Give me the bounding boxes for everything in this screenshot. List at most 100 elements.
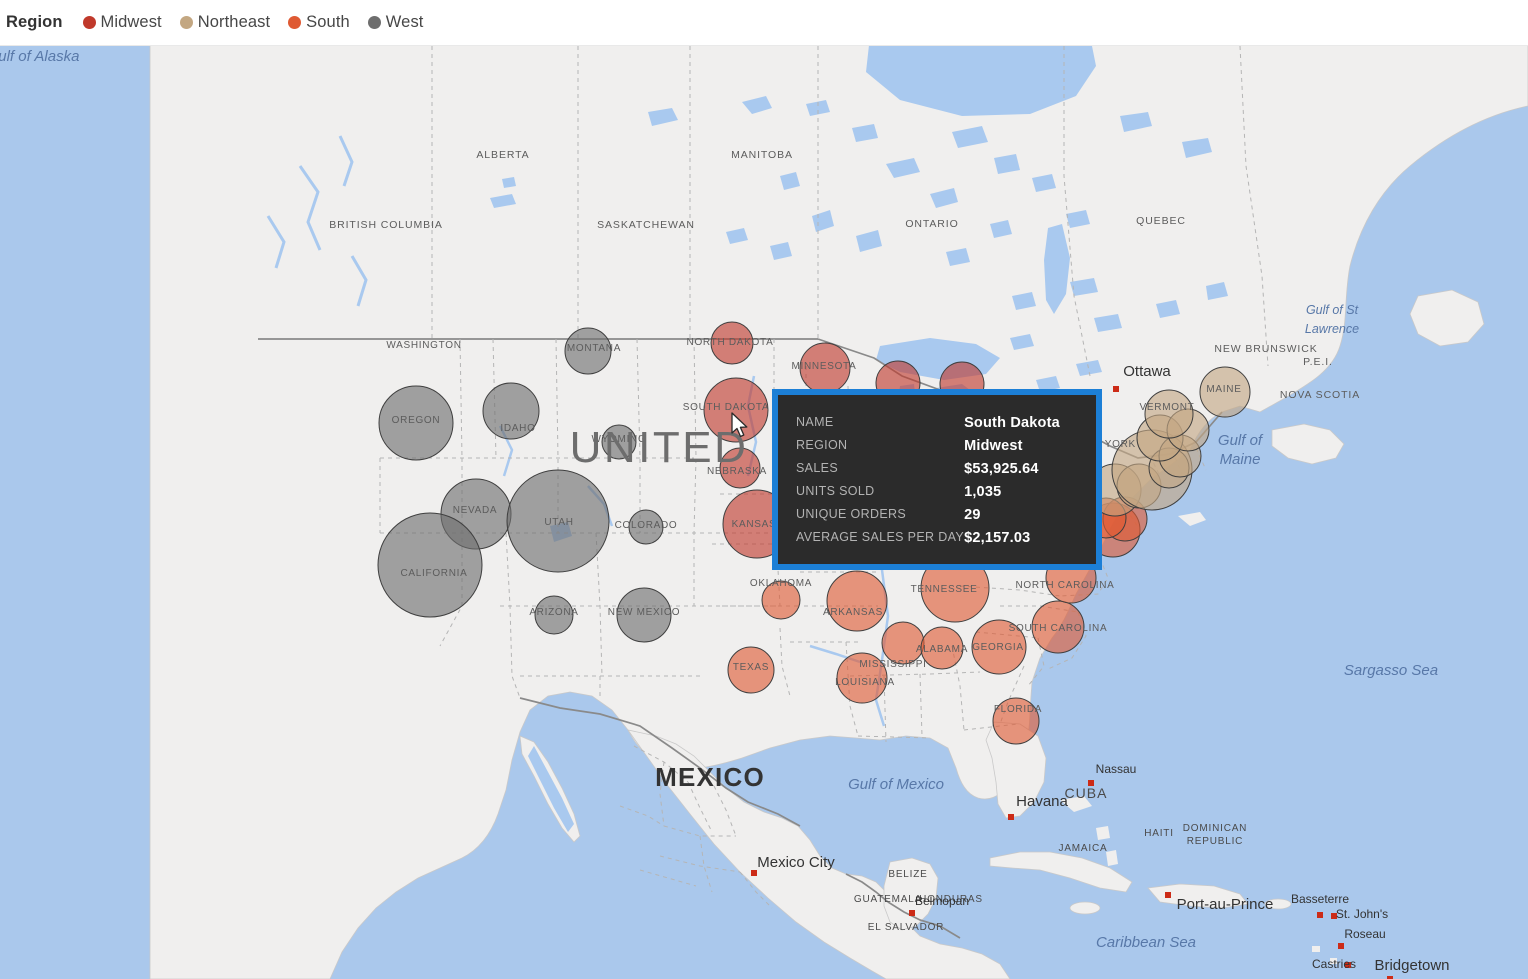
state-label: NEW MEXICO [608,607,681,618]
province-label: NEW BRUNSWICK [1214,343,1317,355]
legend-swatch-south [288,16,302,29]
tooltip-row-name: NAME South Dakota [796,415,1078,438]
city-label: St. John's [1336,907,1388,921]
country-label: REPUBLIC [1187,836,1243,847]
province-label: QUEBEC [1136,215,1186,227]
tooltip-key-region: REGION [796,438,848,452]
city-label: Bridgetown [1374,957,1449,974]
tooltip-value-units-sold: 1,035 [964,484,1002,500]
state-label: NORTH DAKOTA [687,337,774,348]
state-label: LOUISIANA [835,677,895,688]
state-label: VERMONT [1140,402,1195,413]
map-visual[interactable]: WASHINGTON OREGON MONTANA IDAHO WYOMING NORTH… [0,46,1528,979]
city-label: Ottawa [1123,363,1171,380]
map-svg: WASHINGTONOREGONMONTANAIDAHOWYOMINGNORTH… [0,46,1528,979]
city-dot [1008,814,1014,820]
state-label: UTAH [544,517,573,528]
land-jamaica [1069,901,1101,915]
city-dot [1317,912,1323,918]
state-label: ALABAMA [916,644,968,655]
tooltip-key-name: NAME [796,415,834,429]
legend-item-northeast[interactable]: Northeast [179,13,270,32]
water-label: Gulf of Mexico [848,776,944,793]
state-label: FLORIDA [994,704,1042,715]
water-label: Lawrence [1305,322,1359,336]
water-label: Gulf of Alaska [0,48,79,65]
state-label: OREGON [392,415,441,426]
state-label: NORTH CAROLINA [1015,580,1114,591]
water-label: Gulf of [1218,432,1264,449]
country-label: EL SALVADOR [868,922,944,933]
city-label: Castries [1312,957,1356,971]
tooltip-key-avg-sales-per-day: AVERAGE SALES PER DAY [796,530,965,544]
tooltip-value-region: Midwest [964,438,1023,454]
state-label: NEVADA [453,505,498,516]
water-label: Gulf of St [1306,303,1359,317]
map-tooltip: NAME South Dakota REGION Midwest SALES $… [772,389,1102,570]
legend-item-west[interactable]: West [367,13,424,32]
state-label: WASHINGTON [386,340,461,351]
water-label: Sargasso Sea [1344,662,1438,679]
city-dot [1113,386,1119,392]
map-bubble[interactable] [377,512,483,618]
city-dot [1088,780,1094,786]
legend-swatch-west [367,16,381,29]
country-label: CUBA [1065,785,1108,801]
tooltip-key-unique-orders: UNIQUE ORDERS [796,507,907,521]
city-label: Roseau [1344,927,1385,941]
country-label: GUATEMALA [854,894,922,905]
state-label: MAINE [1206,384,1241,395]
state-label: TENNESSEE [911,584,978,595]
city-dot [751,870,757,876]
tooltip-table: NAME South Dakota REGION Midwest SALES $… [796,415,1078,553]
city-label: Havana [1016,793,1068,810]
tooltip-row-avg-sales-per-day: AVERAGE SALES PER DAY $2,157.03 [796,530,1078,553]
state-label: TEXAS [733,662,769,673]
tooltip-row-units-sold: UNITS SOLD 1,035 [796,484,1078,507]
legend-swatch-midwest [82,16,96,29]
map-bubble[interactable] [881,621,925,665]
legend-item-midwest[interactable]: Midwest [82,13,162,32]
country-label: JAMAICA [1059,843,1108,854]
province-label: P.E.I. [1303,356,1333,368]
province-label: BRITISH COLUMBIA [329,219,443,231]
country-label: UNITED [570,423,749,472]
city-label: Basseterre [1291,892,1349,906]
tooltip-value-unique-orders: 29 [964,507,981,523]
city-label: Mexico City [757,854,835,871]
legend-label-west: West [385,13,424,31]
province-label: SASKATCHEWAN [597,219,695,231]
water-label: Maine [1220,451,1261,468]
map-bubble[interactable] [1144,389,1194,439]
map-bubble[interactable] [826,570,888,632]
city-label: Port-au-Prince [1177,896,1274,913]
city-dot [909,910,915,916]
legend-item-south[interactable]: South [288,13,350,32]
state-label: MISSISSIPPI [859,659,926,670]
city-dot [1165,892,1171,898]
country-label: MEXICO [655,762,765,792]
tooltip-key-sales: SALES [796,461,839,475]
tooltip-row-sales: SALES $53,925.64 [796,461,1078,484]
state-label: CALIFORNIA [400,568,467,579]
region-legend: Region Midwest Northeast South West [0,0,1528,46]
province-label: ALBERTA [476,149,529,161]
province-label: MANITOBA [731,149,793,161]
province-label: NOVA SCOTIA [1280,389,1360,401]
state-label: IDAHO [500,423,535,434]
legend-label-south: South [306,13,350,31]
state-label: COLORADO [615,520,678,531]
city-label: Belmopan [915,894,969,908]
state-label: ARIZONA [529,607,578,618]
state-label: GEORGIA [972,642,1024,653]
tooltip-value-avg-sales-per-day: $2,157.03 [964,530,1031,546]
country-label: BELIZE [888,869,927,880]
province-label: ONTARIO [905,218,958,230]
tooltip-value-sales: $53,925.64 [964,461,1039,477]
state-label: ARKANSAS [823,607,883,618]
legend-label-midwest: Midwest [100,13,162,31]
state-label: KANSAS [732,519,777,530]
legend-title: Region [6,13,63,31]
state-label: SOUTH DAKOTA [683,402,770,413]
country-label: HAITI [1144,828,1174,839]
